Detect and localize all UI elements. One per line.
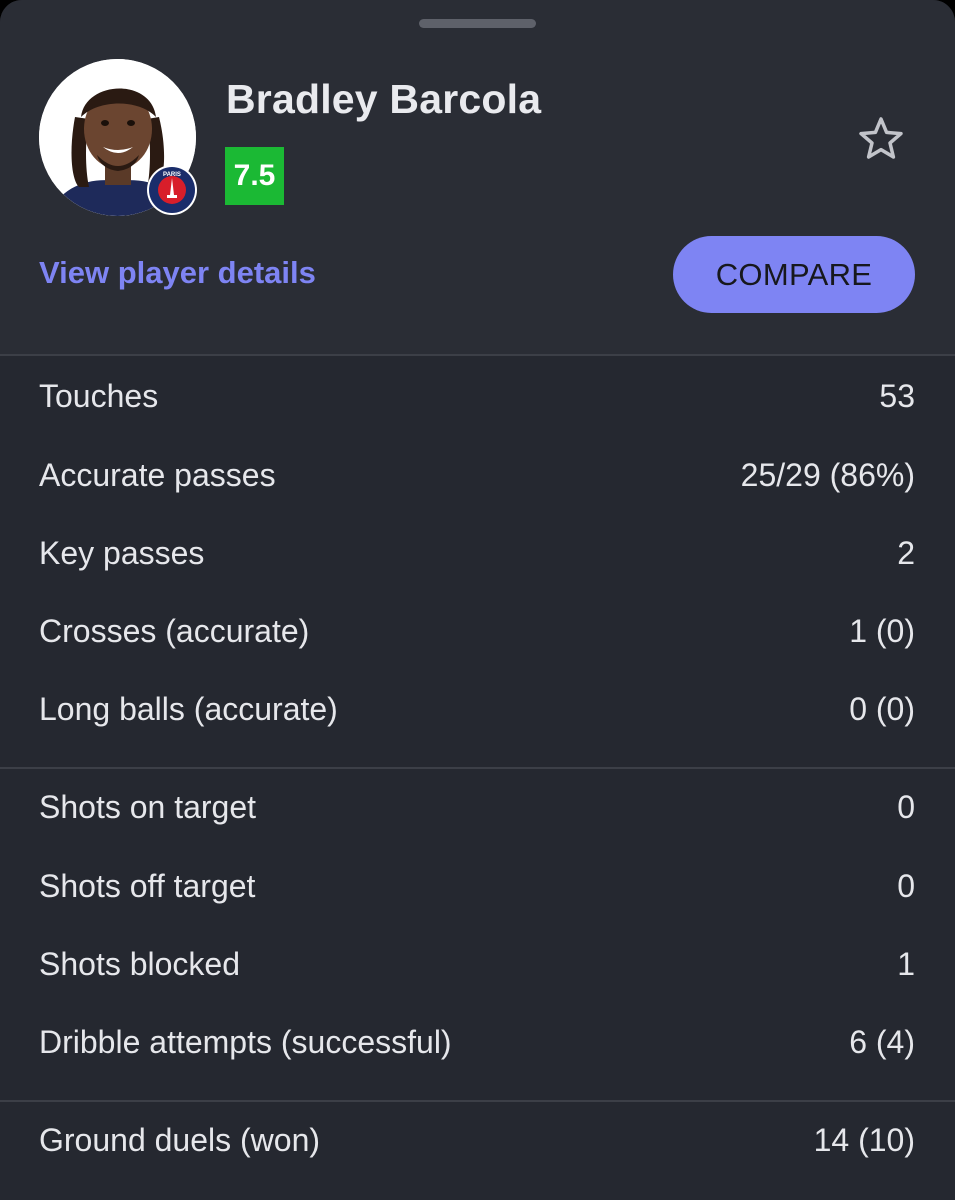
stat-label: Shots blocked [39,946,241,982]
divider [0,767,955,769]
stat-label: Dribble attempts (successful) [39,1024,452,1060]
stat-label: Touches [39,378,159,414]
stat-value: 1 (0) [849,613,915,649]
stat-label: Crosses (accurate) [39,613,310,649]
star-outline-icon[interactable] [853,111,909,167]
club-crest-text: PARIS [163,172,181,178]
stat-value: 6 (4) [849,1024,915,1060]
stat-label: Key passes [39,535,205,571]
stat-row-accurate-passes: Accurate passes 25/29 (86%) [39,457,915,497]
stat-row-key-passes: Key passes 2 [39,535,915,575]
stat-value: 53 [879,378,915,414]
stat-row-shots-on-target: Shots on target 0 [39,789,915,829]
compare-button[interactable]: COMPARE [673,236,915,313]
stat-row-crosses: Crosses (accurate) 1 (0) [39,613,915,653]
stat-label: Shots on target [39,789,257,825]
drag-handle[interactable] [419,19,536,28]
stat-row-shots-blocked: Shots blocked 1 [39,946,915,986]
stat-label: Shots off target [39,868,256,904]
rating-badge: 7.5 [225,147,284,205]
club-crest-icon: PARIS [147,165,197,215]
stat-row-shots-off-target: Shots off target 0 [39,868,915,908]
player-name: Bradley Barcola [226,76,542,122]
divider [0,1100,955,1102]
stat-label: Accurate passes [39,457,276,493]
view-player-details-link[interactable]: View player details [39,255,316,291]
stat-value: 14 (10) [813,1122,915,1158]
stat-row-ground-duels: Ground duels (won) 14 (10) [39,1122,915,1162]
stat-value: 25/29 (86%) [740,457,915,493]
stat-value: 0 [897,868,915,904]
stat-value: 2 [897,535,915,571]
stat-value: 1 [897,946,915,982]
player-header: PARIS Bradley Barcola 7.5 View player de… [0,0,955,355]
stat-label: Ground duels (won) [39,1122,321,1158]
stat-value: 0 (0) [849,691,915,727]
stat-value: 0 [897,789,915,825]
divider [0,354,955,356]
stat-row-dribble-attempts: Dribble attempts (successful) 6 (4) [39,1024,915,1064]
stat-label: Long balls (accurate) [39,691,338,727]
stat-row-touches: Touches 53 [39,378,915,418]
player-stats-sheet: PARIS Bradley Barcola 7.5 View player de… [0,0,955,1200]
stat-row-long-balls: Long balls (accurate) 0 (0) [39,691,915,731]
